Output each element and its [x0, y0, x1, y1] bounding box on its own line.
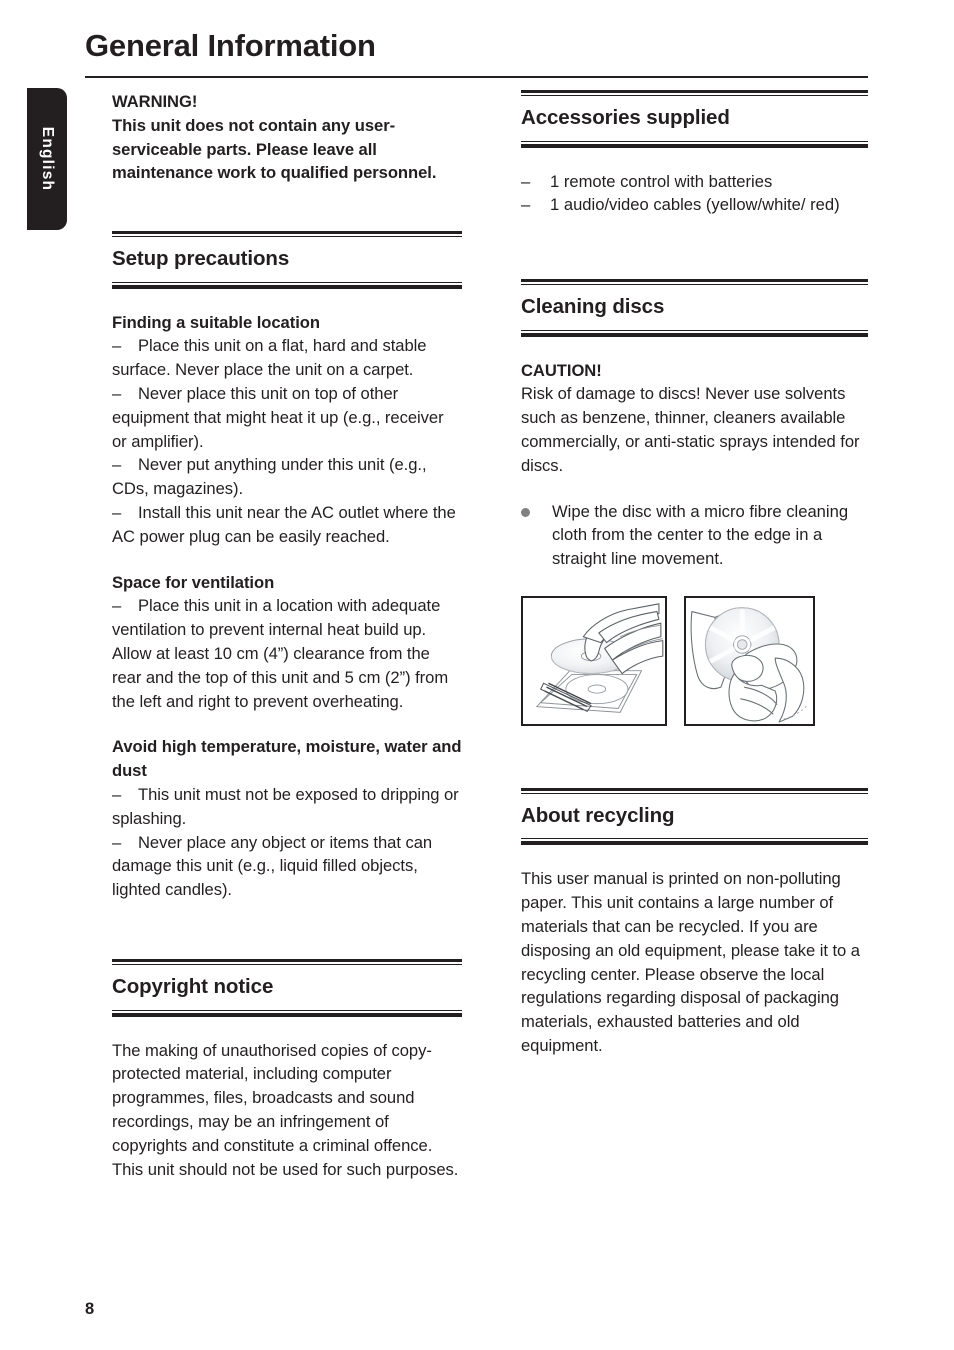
rule-thick-top	[521, 90, 868, 93]
section-title-accessories-supplied: Accessories supplied	[521, 106, 730, 129]
list-item-text: 1 audio/video cables (yellow/white/ red)	[550, 195, 840, 215]
right-column: Accessories supplied –1 remote control w…	[521, 90, 868, 1058]
list-item: –1 remote control with batteries	[521, 170, 868, 194]
rule-thin-bottom	[521, 329, 868, 331]
manual-page: English General Information WARNING! Thi…	[0, 0, 954, 1350]
caution-heading: CAUTION!	[521, 360, 602, 380]
caution-text: Risk of damage to discs! Never use solve…	[521, 384, 860, 475]
language-tab-label: English	[39, 126, 56, 192]
dash-icon: –	[112, 503, 122, 523]
dash-icon: –	[112, 336, 122, 356]
list-item-text: Place this unit on a flat, hard and stab…	[112, 336, 427, 380]
dash-icon: –	[521, 171, 531, 191]
section-about-recycling: About recycling This user manual is prin…	[521, 787, 868, 1058]
dash-icon: –	[112, 384, 122, 404]
list-item: –1 audio/video cables (yellow/white/ red…	[521, 193, 868, 217]
list-item: – Place this unit in a location with adeq…	[112, 594, 462, 713]
section-title-cleaning-discs: Cleaning discs	[521, 295, 665, 319]
dash-icon: –	[112, 596, 122, 616]
copyright-notice-text: The making of unauthorised copies of cop…	[112, 1040, 459, 1179]
list-item: – Never put anything under this unit (e.g…	[112, 453, 462, 501]
list-item-text: Never put anything under this unit (e.g.…	[112, 455, 427, 499]
list-item-text: 1 remote control with batteries	[550, 171, 773, 191]
rule-thick-top	[112, 959, 462, 963]
left-column: WARNING! This unit does not contain any …	[112, 90, 462, 1181]
list-item-text: This unit must not be exposed to drippin…	[112, 785, 459, 828]
section-title-copyright-notice: Copyright notice	[112, 975, 274, 999]
warning-heading: WARNING!	[112, 92, 198, 111]
warning-block: WARNING! This unit does not contain any …	[112, 90, 462, 185]
rule-thin-bottom	[112, 281, 462, 283]
rule-thin-bottom	[521, 838, 868, 840]
section-accessories-supplied: Accessories supplied –1 remote control w…	[521, 90, 868, 217]
warning-text: This unit does not contain any user-serv…	[112, 115, 437, 183]
section-title-about-recycling: About recycling	[521, 803, 675, 827]
list-item: – Place this unit on a flat, hard and sta…	[112, 334, 462, 382]
dash-icon: –	[112, 455, 122, 475]
list-item: – Install this unit near the AC outlet wh…	[112, 501, 462, 549]
dash-icon: –	[112, 832, 122, 852]
disc-removal-from-case-illustration	[521, 595, 667, 726]
subheading-space-for-ventilation: Space for ventilation	[112, 572, 275, 592]
rule-thin-bottom	[112, 1009, 462, 1011]
section-setup-precautions: Setup precautions Finding a suitable loc…	[112, 231, 462, 902]
bullet-list-item: Wipe the disc with a micro fibre cleanin…	[521, 500, 868, 571]
rule-thick-top	[521, 279, 868, 283]
section-title-setup-precautions: Setup precautions	[112, 247, 290, 271]
dash-icon: –	[521, 195, 531, 215]
section-copyright-notice: Copyright notice The making of unauthori…	[112, 959, 462, 1181]
subheading-finding-location: Finding a suitable location	[112, 312, 320, 332]
list-item-text: Install this unit near the AC outlet whe…	[112, 503, 456, 546]
page-number: 8	[85, 1300, 95, 1318]
about-recycling-text: This user manual is printed on non-pollu…	[521, 869, 860, 1056]
rule-thin-bottom	[521, 140, 868, 142]
list-item: – This unit must not be exposed to drippi…	[112, 783, 462, 831]
page-title: General Information	[85, 28, 376, 63]
rule-thick-top	[112, 231, 462, 235]
section-cleaning-discs: Cleaning discs CAUTION! Risk of damage t…	[521, 279, 868, 726]
rule-thick-top	[521, 787, 868, 791]
cleaning-discs-figures	[521, 595, 868, 726]
bullet-dot-icon	[521, 507, 530, 517]
subheading-avoid-high-temperature: Avoid high temperature, moisture, water …	[112, 737, 462, 781]
dash-icon: –	[112, 785, 122, 805]
list-item: – Never place any object or items that ca…	[112, 831, 462, 902]
list-item-text: Never place this unit on top of other eq…	[112, 384, 444, 451]
list-item: – Never place this unit on top of other e…	[112, 382, 462, 453]
language-tab-english: English	[27, 88, 67, 230]
bullet-list-item-text: Wipe the disc with a micro fibre cleanin…	[552, 501, 849, 569]
list-item-text: Never place any object or items that can…	[112, 832, 433, 900]
list-item-text: Place this unit in a location with adequ…	[112, 596, 449, 711]
page-title-rule	[85, 76, 868, 78]
disc-wiping-with-cloth-illustration	[684, 595, 815, 726]
